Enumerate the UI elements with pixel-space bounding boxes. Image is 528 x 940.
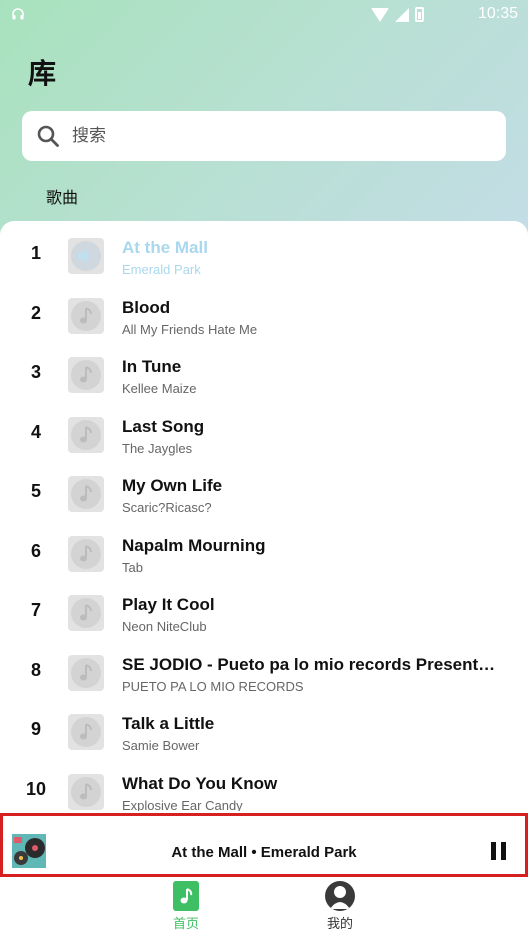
song-artist: Emerald Park — [122, 262, 201, 277]
battery-icon — [415, 7, 424, 22]
status-time: 10:35 — [477, 5, 518, 22]
song-title: Talk a Little — [122, 714, 215, 733]
music-note-icon — [68, 595, 104, 631]
song-artist: Tab — [122, 559, 143, 575]
song-index: 9 — [30, 719, 41, 739]
music-note-icon — [68, 535, 104, 572]
song-title: SE JODIO - Pueto pa lo mio records Prese… — [122, 654, 502, 674]
song-row[interactable]: 7 Play It Cool Neon NiteClub — [0, 581, 528, 641]
music-note-icon — [68, 476, 104, 512]
song-index: 1 — [30, 243, 41, 263]
song-artist: PUETO PA LO MIO RECORDS — [122, 678, 304, 694]
song-title: Last Song — [122, 416, 205, 436]
playing-speaker-icon — [68, 238, 104, 274]
nav-mine-label: 我的 — [326, 917, 353, 932]
song-index: 5 — [30, 481, 41, 501]
song-row[interactable]: 6 Napalm Mourning Tab — [0, 522, 528, 582]
signal-icon — [395, 7, 409, 22]
music-note-icon — [68, 357, 104, 393]
pause-button[interactable] — [491, 842, 509, 860]
nav-mine[interactable]: 我的 — [310, 881, 370, 932]
mini-player[interactable]: At the Mall • Emerald Park — [0, 813, 528, 877]
song-index: 4 — [30, 421, 41, 442]
song-index: 6 — [30, 540, 41, 561]
song-list: 1 At the Mall Emerald Park 2 Blood All M… — [0, 221, 528, 811]
music-note-icon — [68, 773, 104, 810]
music-note-icon — [68, 714, 104, 750]
song-artist: Explosive Ear Candy — [122, 797, 243, 812]
song-title: My Own Life — [122, 476, 223, 495]
nav-home-label: 首页 — [172, 917, 199, 932]
song-row[interactable]: 4 Last Song The Jaygles — [0, 403, 528, 463]
search-icon — [36, 124, 60, 148]
song-row[interactable]: 8 SE JODIO - Pueto pa lo mio records Pre… — [0, 641, 528, 701]
music-note-icon — [68, 297, 104, 334]
song-artist: Neon NiteClub — [122, 619, 207, 634]
song-title: What Do You Know — [122, 773, 278, 793]
search-bar[interactable] — [22, 111, 506, 161]
song-row[interactable]: 3 In Tune Kellee Maize — [0, 343, 528, 403]
song-artist: Samie Bower — [122, 738, 200, 753]
music-note-icon — [173, 881, 199, 911]
song-title: Play It Cool — [122, 595, 215, 614]
song-row[interactable]: 5 My Own Life Scaric?Ricasc? — [0, 462, 528, 522]
song-index: 7 — [30, 600, 41, 620]
music-note-icon — [68, 654, 104, 691]
tab-songs[interactable]: 歌曲 — [46, 184, 78, 208]
song-artist: Kellee Maize — [122, 381, 197, 396]
profile-icon — [325, 881, 355, 911]
song-artist: The Jaygles — [122, 440, 193, 456]
album-cover — [12, 834, 46, 868]
song-row[interactable]: 10 What Do You Know Explosive Ear Candy — [0, 760, 528, 812]
song-artist: All My Friends Hate Me — [122, 321, 258, 337]
headphones-icon — [12, 7, 24, 23]
song-artist: Scaric?Ricasc? — [122, 500, 212, 515]
song-title: In Tune — [122, 357, 182, 376]
now-playing-text: At the Mall • Emerald Park — [171, 844, 357, 861]
song-title: At the Mall — [122, 238, 208, 257]
status-bar: 10:35 — [0, 0, 528, 30]
song-index: 8 — [30, 659, 41, 680]
song-row[interactable]: 2 Blood All My Friends Hate Me — [0, 284, 528, 344]
search-input[interactable] — [72, 121, 492, 151]
song-index: 3 — [30, 362, 41, 382]
song-row[interactable]: 9 Talk a Little Samie Bower — [0, 700, 528, 760]
song-row[interactable]: 1 At the Mall Emerald Park — [0, 224, 528, 284]
wifi-icon — [371, 7, 389, 22]
song-title: Napalm Mourning — [122, 535, 266, 555]
song-index: 2 — [30, 302, 41, 323]
bottom-nav: 首页 我的 — [0, 877, 528, 940]
nav-home[interactable]: 首页 — [156, 881, 216, 932]
song-index: 10 — [25, 778, 47, 799]
song-title: Blood — [122, 297, 171, 317]
page-title: 库 — [28, 57, 57, 90]
music-note-icon — [68, 416, 104, 453]
